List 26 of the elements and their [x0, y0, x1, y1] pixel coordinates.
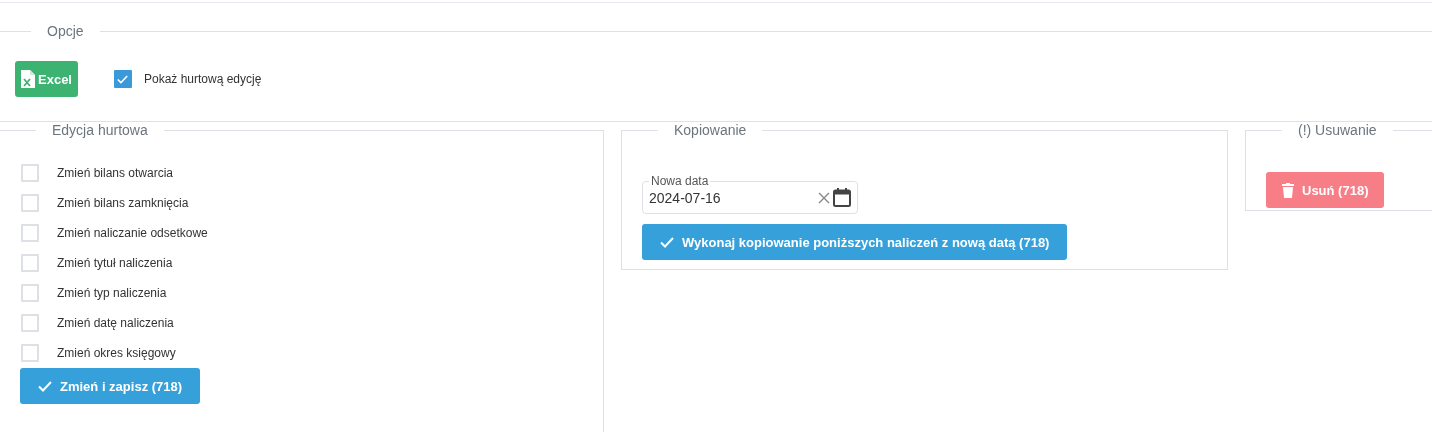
checkbox-label: Zmień naliczanie odsetkowe: [57, 226, 208, 240]
save-button[interactable]: Zmień i zapisz (718): [20, 368, 201, 404]
check-icon: [117, 74, 129, 84]
checkbox-label: Zmień bilans otwarcia: [57, 166, 174, 180]
section-title: Edycja hurtowa: [51, 122, 149, 138]
date-field[interactable]: Nowa data 2024-07-16: [642, 174, 858, 214]
section-title: Kopiowanie: [673, 122, 748, 138]
section-title: Opcje: [46, 23, 85, 39]
calendar-icon[interactable]: [833, 188, 851, 207]
checkbox-label: Zmień bilans zamknięcia: [57, 196, 189, 210]
checkbox-label: Zmień datę naliczenia: [57, 316, 174, 330]
check-icon: [660, 236, 674, 248]
checkbox-label: Zmień typ naliczenia: [57, 286, 167, 300]
copy-button[interactable]: Wykonaj kopiowanie poniższych naliczeń z nową datą (718): [642, 224, 1068, 260]
spreadsheet-file-icon: [21, 70, 35, 88]
delete-button[interactable]: Usuń (718): [1266, 172, 1385, 208]
checkbox-label: Zmień tytuł naliczenia: [57, 256, 173, 270]
field-label: Nowa data: [650, 174, 710, 188]
checkbox-label: Pokaż hurtową edycję: [144, 72, 262, 86]
section-title: (!) Usuwanie: [1297, 122, 1378, 138]
checkbox[interactable]: [114, 70, 132, 88]
clear-icon[interactable]: [818, 191, 830, 204]
excel-button[interactable]: Excel: [15, 61, 78, 97]
trash-icon: [1282, 182, 1294, 198]
checkbox-label: Zmień okres księgowy: [57, 346, 176, 360]
check-icon: [38, 380, 52, 392]
